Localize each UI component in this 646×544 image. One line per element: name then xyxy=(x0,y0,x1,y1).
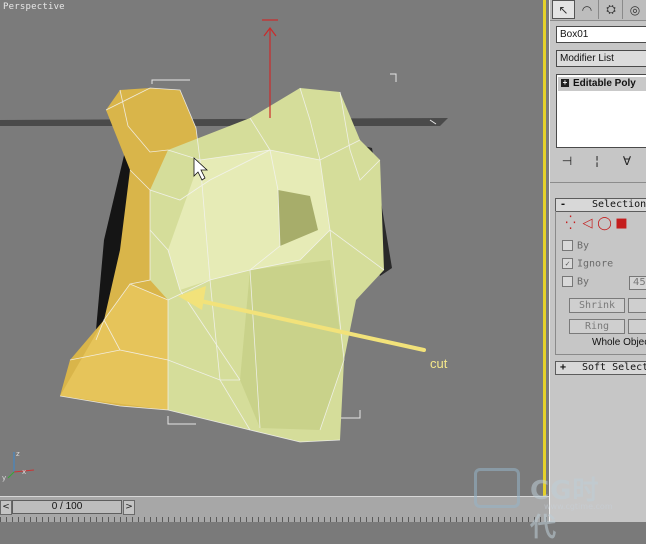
by-angle-checkbox[interactable]: By xyxy=(562,276,589,292)
vertex-icon[interactable]: ⁛ xyxy=(562,216,579,231)
rollout-title: Selection xyxy=(592,199,646,210)
shrink-button[interactable]: Shrink xyxy=(569,298,625,313)
angle-spinner[interactable]: 45. xyxy=(629,276,646,290)
axis-x-label: x xyxy=(22,468,26,476)
polygon-icon[interactable]: ■ xyxy=(613,216,630,231)
checkbox-icon[interactable] xyxy=(562,240,573,251)
divider xyxy=(550,182,646,183)
command-panel-tabs: ↖ ◠ ⛭ ◎ xyxy=(550,0,646,21)
edge-icon[interactable]: ◁ xyxy=(579,216,596,231)
make-unique-icon[interactable]: ∀ xyxy=(618,152,636,170)
collapse-icon: - xyxy=(559,199,567,210)
show-end-result-icon[interactable]: ¦ xyxy=(588,152,606,170)
tab-motion[interactable]: ◎ xyxy=(624,0,646,19)
command-panel: ↖ ◠ ⛭ ◎ Box01 Modifier List + Editable Po… xyxy=(549,0,646,522)
world-axis-icon: x y z xyxy=(2,450,35,482)
soft-selection-rollout-header[interactable]: + Soft Selection xyxy=(555,361,646,375)
object-name-field[interactable]: Box01 xyxy=(556,26,646,43)
modify-icon: ◠ xyxy=(581,2,593,17)
next-frame-button[interactable]: > xyxy=(123,500,135,515)
tab-create[interactable]: ↖ xyxy=(552,0,575,19)
expand-icon: + xyxy=(559,362,567,373)
create-icon: ↖ xyxy=(558,2,569,17)
timeline-ticks[interactable] xyxy=(0,517,549,522)
time-slider[interactable]: 0 / 100 xyxy=(12,500,122,514)
grow-button[interactable] xyxy=(628,298,646,313)
watermark-logo-icon xyxy=(474,468,520,508)
stack-item-editable-poly[interactable]: + Editable Poly xyxy=(558,77,646,91)
axis-y-label: y xyxy=(2,474,6,482)
pin-stack-icon[interactable]: ⊣ xyxy=(558,152,576,170)
checkbox-icon[interactable] xyxy=(562,276,573,287)
time-slider-bar: < 0 / 100 > xyxy=(0,496,549,522)
ground-grid xyxy=(0,118,448,126)
whole-object-status: Whole Object xyxy=(592,337,646,348)
watermark-url: www.cgtime.com xyxy=(544,502,613,511)
expand-icon[interactable]: + xyxy=(561,79,569,88)
tab-modify[interactable]: ◠ xyxy=(576,0,599,19)
by-angle-label: By xyxy=(577,276,590,288)
viewport-scene[interactable]: x y z xyxy=(0,0,546,496)
stack-item-label: Editable Poly xyxy=(573,78,636,89)
watermark: CG时代 www.cgtime.com xyxy=(474,466,624,543)
rollout-title: Soft Selection xyxy=(582,362,646,373)
checkbox-checked-icon[interactable]: ✓ xyxy=(562,258,573,269)
subobject-level-icons: ⁛ ◁ ◯ ■ xyxy=(562,216,630,232)
ring-button[interactable]: Ring xyxy=(569,319,625,334)
axis-z-label: z xyxy=(16,450,20,458)
cut-annotation: cut xyxy=(430,356,448,371)
border-icon[interactable]: ◯ xyxy=(596,216,613,231)
ignore-label: Ignore xyxy=(577,258,614,270)
modifier-stack[interactable]: + Editable Poly xyxy=(556,74,646,148)
tab-hierarchy[interactable]: ⛭ xyxy=(600,0,623,19)
by-vertex-label: By xyxy=(577,240,590,252)
selection-rollout-header[interactable]: - Selection xyxy=(555,198,646,212)
viewport-label[interactable]: Perspective xyxy=(3,2,65,12)
loop-button[interactable] xyxy=(628,319,646,334)
modifier-list-dropdown[interactable]: Modifier List xyxy=(556,50,646,67)
ignore-backfacing-checkbox[interactable]: ✓ Ignore xyxy=(562,258,613,274)
by-vertex-checkbox[interactable]: By xyxy=(562,240,589,256)
motion-icon: ◎ xyxy=(629,2,641,17)
stack-toolbar: ⊣ ¦ ∀ xyxy=(556,152,646,172)
perspective-viewport[interactable]: x y z Perspective cut xyxy=(0,0,546,496)
prev-frame-button[interactable]: < xyxy=(0,500,12,515)
hierarchy-icon: ⛭ xyxy=(606,2,616,16)
